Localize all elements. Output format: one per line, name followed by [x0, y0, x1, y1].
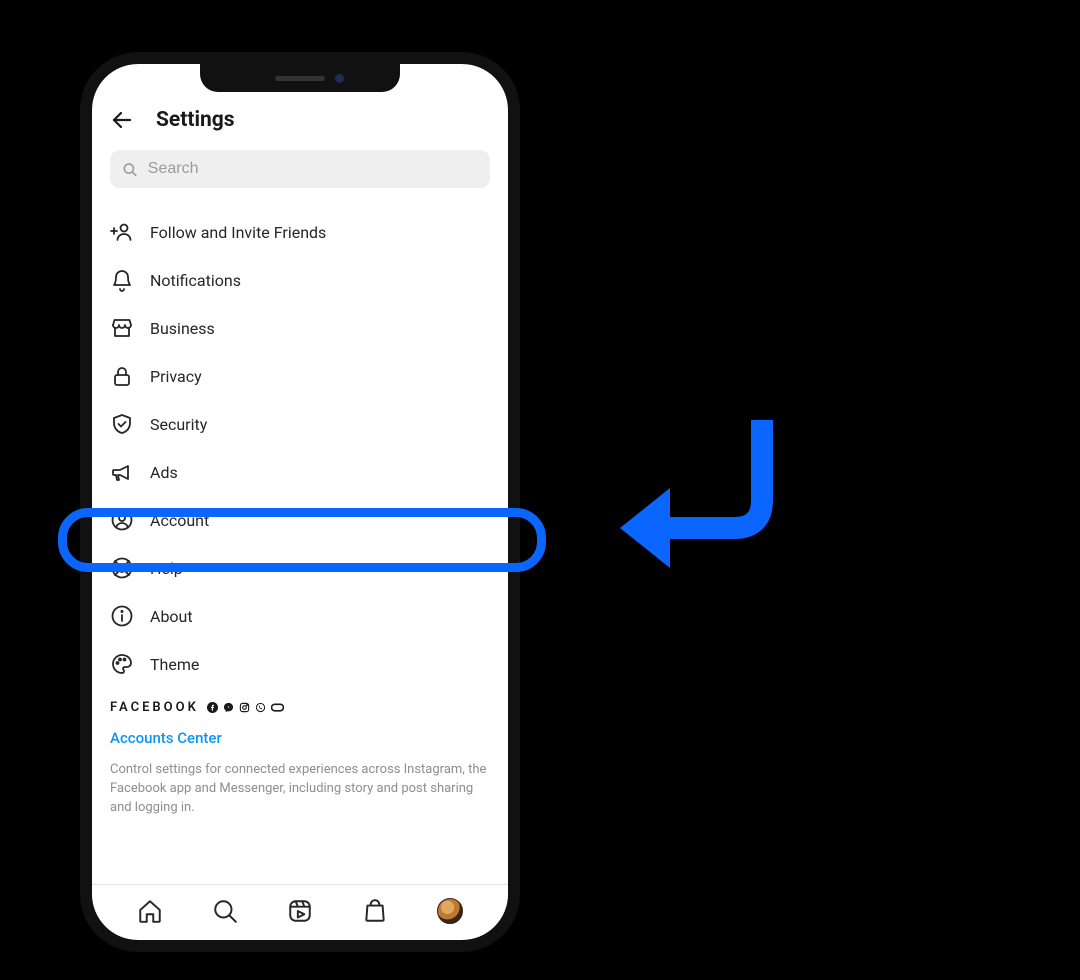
menu-item-label: Account [150, 511, 209, 530]
menu-item-label: About [150, 607, 193, 626]
bottom-nav [92, 884, 508, 938]
nav-home[interactable] [137, 898, 163, 924]
person-circle-icon [110, 508, 134, 532]
phone-power-button [518, 324, 520, 416]
search-icon [122, 161, 138, 178]
menu-item-label: Privacy [150, 367, 202, 386]
app-screen: Settings [92, 64, 508, 940]
arrow-left-icon [110, 108, 134, 132]
nav-search[interactable] [212, 898, 238, 924]
oculus-icon [271, 702, 284, 713]
brand-row: FACEBOOK [92, 688, 508, 719]
menu-item-notifications[interactable]: Notifications [110, 256, 490, 304]
brand-logo-cluster [207, 702, 284, 713]
menu-item-label: Follow and Invite Friends [150, 223, 326, 242]
menu-item-label: Business [150, 319, 215, 338]
lifebuoy-icon [110, 556, 134, 580]
nav-reels[interactable] [287, 898, 313, 924]
megaphone-icon [110, 460, 134, 484]
reels-icon [287, 898, 313, 924]
phone-volume-down [80, 350, 82, 404]
app-header: Settings [92, 98, 508, 146]
menu-item-privacy[interactable]: Privacy [110, 352, 490, 400]
home-icon [137, 898, 163, 924]
menu-item-label: Security [150, 415, 207, 434]
phone-mute-switch [80, 234, 82, 264]
back-button[interactable] [110, 108, 134, 132]
phone-notch [200, 64, 400, 92]
menu-item-help[interactable]: Help [110, 544, 490, 592]
brand-name: FACEBOOK [110, 700, 199, 715]
menu-item-ads[interactable]: Ads [110, 448, 490, 496]
info-icon [110, 604, 134, 628]
menu-item-about[interactable]: About [110, 592, 490, 640]
storefront-icon [110, 316, 134, 340]
annotation-arrow [612, 410, 792, 590]
menu-item-label: Ads [150, 463, 178, 482]
menu-item-follow-invite[interactable]: Follow and Invite Friends [110, 208, 490, 256]
menu-item-security[interactable]: Security [110, 400, 490, 448]
menu-item-label: Notifications [150, 271, 241, 290]
phone-frame: Settings [80, 52, 520, 952]
whatsapp-icon [255, 702, 266, 713]
accounts-center-link[interactable]: Accounts Center [92, 719, 508, 753]
shop-icon [362, 898, 388, 924]
person-add-icon [110, 220, 134, 244]
search-container [92, 146, 508, 202]
bell-icon [110, 268, 134, 292]
phone-volume-up [80, 284, 82, 338]
search-input[interactable] [148, 160, 478, 178]
messenger-icon [223, 702, 234, 713]
search-field[interactable] [110, 150, 490, 188]
nav-profile-avatar[interactable] [437, 898, 463, 924]
page-title: Settings [156, 108, 235, 132]
lock-icon [110, 364, 134, 388]
menu-item-business[interactable]: Business [110, 304, 490, 352]
search-icon [212, 898, 238, 924]
menu-item-label: Help [150, 559, 183, 578]
shield-check-icon [110, 412, 134, 436]
palette-icon [110, 652, 134, 676]
accounts-center-description: Control settings for connected experienc… [92, 753, 508, 830]
menu-item-theme[interactable]: Theme [110, 640, 490, 688]
menu-item-account[interactable]: Account [110, 496, 490, 544]
nav-shop[interactable] [362, 898, 388, 924]
menu-item-label: Theme [150, 655, 199, 674]
instagram-icon [239, 702, 250, 713]
settings-menu: Follow and Invite Friends Notifications [92, 202, 508, 688]
facebook-icon [207, 702, 218, 713]
